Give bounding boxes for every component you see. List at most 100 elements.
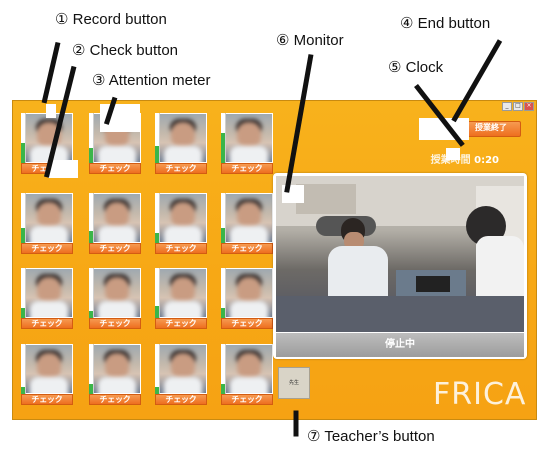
minimize-icon[interactable]: _ xyxy=(502,102,512,111)
student-head xyxy=(237,202,261,228)
caption-teacher: ⑦ Teacher’s button xyxy=(307,428,435,445)
student-tile[interactable]: チェック xyxy=(221,344,273,405)
student-head xyxy=(171,353,195,379)
caption-attention: ③ Attention meter xyxy=(92,72,211,89)
attention-meter xyxy=(89,268,94,318)
attention-meter-level xyxy=(155,305,159,318)
student-video[interactable] xyxy=(157,268,207,318)
student-head xyxy=(237,353,261,379)
end-button[interactable]: 授業終了 xyxy=(461,121,521,137)
student-video[interactable] xyxy=(223,268,273,318)
student-tile[interactable]: チェック xyxy=(89,344,141,405)
attention-meter-level xyxy=(89,310,93,318)
student-shirt xyxy=(30,301,68,317)
attention-meter-level xyxy=(89,230,93,243)
attention-meter-level xyxy=(155,145,159,163)
brand-logo: FRICA xyxy=(433,377,527,412)
student-video[interactable] xyxy=(223,113,273,163)
student-video[interactable] xyxy=(223,193,273,243)
check-button[interactable]: チェック xyxy=(89,318,141,329)
student-video[interactable] xyxy=(157,193,207,243)
clock-value: 0:20 xyxy=(474,155,499,166)
monitor-video[interactable] xyxy=(276,176,524,332)
student-tile[interactable]: チェック xyxy=(221,193,273,254)
student-head xyxy=(105,353,129,379)
attention-meter xyxy=(155,268,160,318)
attention-meter xyxy=(21,193,26,243)
attention-meter xyxy=(155,113,160,163)
attention-meter xyxy=(221,268,226,318)
student-shirt xyxy=(98,377,136,393)
student-grid: チェック チェック チェック チェック チェック チェック チェック チェック チェック チェック… xyxy=(21,113,281,418)
check-button[interactable]: チェック xyxy=(21,243,73,254)
student-tile[interactable]: チェック xyxy=(155,344,207,405)
check-button[interactable]: チェック xyxy=(155,163,207,174)
check-button[interactable]: チェック xyxy=(221,394,273,405)
teacher-button[interactable]: 先生 xyxy=(278,367,310,399)
window-controls: _ □ × xyxy=(502,102,534,111)
student-tile[interactable]: チェック xyxy=(155,113,207,174)
attention-meter xyxy=(89,193,94,243)
attention-meter-level xyxy=(155,386,159,394)
student-shirt xyxy=(98,226,136,242)
check-button[interactable]: チェック xyxy=(21,394,73,405)
student-tile[interactable]: チェック xyxy=(21,193,73,254)
student-video[interactable] xyxy=(91,268,141,318)
monitor-status: 停止中 xyxy=(276,333,524,357)
check-button[interactable]: チェック xyxy=(89,394,141,405)
check-button[interactable]: チェック xyxy=(155,394,207,405)
check-button[interactable]: チェック xyxy=(221,163,273,174)
check-button[interactable]: チェック xyxy=(221,243,273,254)
check-button[interactable]: チェック xyxy=(89,243,141,254)
student-video[interactable] xyxy=(23,193,73,243)
attention-meter xyxy=(21,113,26,163)
attention-meter xyxy=(89,113,94,163)
check-button[interactable]: チェック xyxy=(221,318,273,329)
attention-meter xyxy=(21,268,26,318)
student-head xyxy=(37,353,61,379)
close-icon[interactable]: × xyxy=(524,102,534,111)
attention-meter xyxy=(155,344,160,394)
student-tile[interactable]: チェック xyxy=(155,193,207,254)
student-video[interactable] xyxy=(91,344,141,394)
student-shirt xyxy=(164,146,202,162)
attention-meter-level xyxy=(21,308,25,318)
student-video[interactable] xyxy=(223,344,273,394)
attention-meter-level xyxy=(89,384,93,394)
check-button[interactable]: チェック xyxy=(21,318,73,329)
maximize-icon[interactable]: □ xyxy=(513,102,523,111)
student-head xyxy=(105,202,129,228)
student-video[interactable] xyxy=(23,344,73,394)
caption-clock: ⑤ Clock xyxy=(388,59,444,76)
student-tile[interactable]: チェック xyxy=(221,268,273,329)
student-shirt xyxy=(230,377,268,393)
student-shirt xyxy=(230,146,268,162)
attention-meter-level xyxy=(21,143,25,163)
attention-meter xyxy=(21,344,26,394)
student-tile[interactable]: チェック xyxy=(21,344,73,405)
student-video[interactable] xyxy=(157,113,207,163)
student-shirt xyxy=(230,226,268,242)
student-tile[interactable]: チェック xyxy=(21,268,73,329)
attention-meter-level xyxy=(155,233,159,243)
student-video[interactable] xyxy=(91,193,141,243)
student-video[interactable] xyxy=(157,344,207,394)
student-tile[interactable]: チェック xyxy=(155,268,207,329)
attention-meter xyxy=(155,193,160,243)
student-shirt xyxy=(30,226,68,242)
attention-meter xyxy=(221,113,226,163)
annotation-backdrop-record xyxy=(46,104,56,118)
student-tile[interactable]: チェック xyxy=(89,268,141,329)
student-tile[interactable]: チェック xyxy=(221,113,273,174)
check-button[interactable]: チェック xyxy=(155,318,207,329)
student-tile[interactable]: チェック xyxy=(89,193,141,254)
check-button[interactable]: チェック xyxy=(89,163,141,174)
student-video[interactable] xyxy=(23,268,73,318)
caption-end: ④ End button xyxy=(400,15,491,32)
monitor-panel[interactable]: 停止中 xyxy=(273,173,527,359)
student-shirt xyxy=(30,377,68,393)
student-shirt xyxy=(164,226,202,242)
caption-check: ② Check button xyxy=(72,42,179,59)
check-button[interactable]: チェック xyxy=(155,243,207,254)
student-shirt xyxy=(164,301,202,317)
